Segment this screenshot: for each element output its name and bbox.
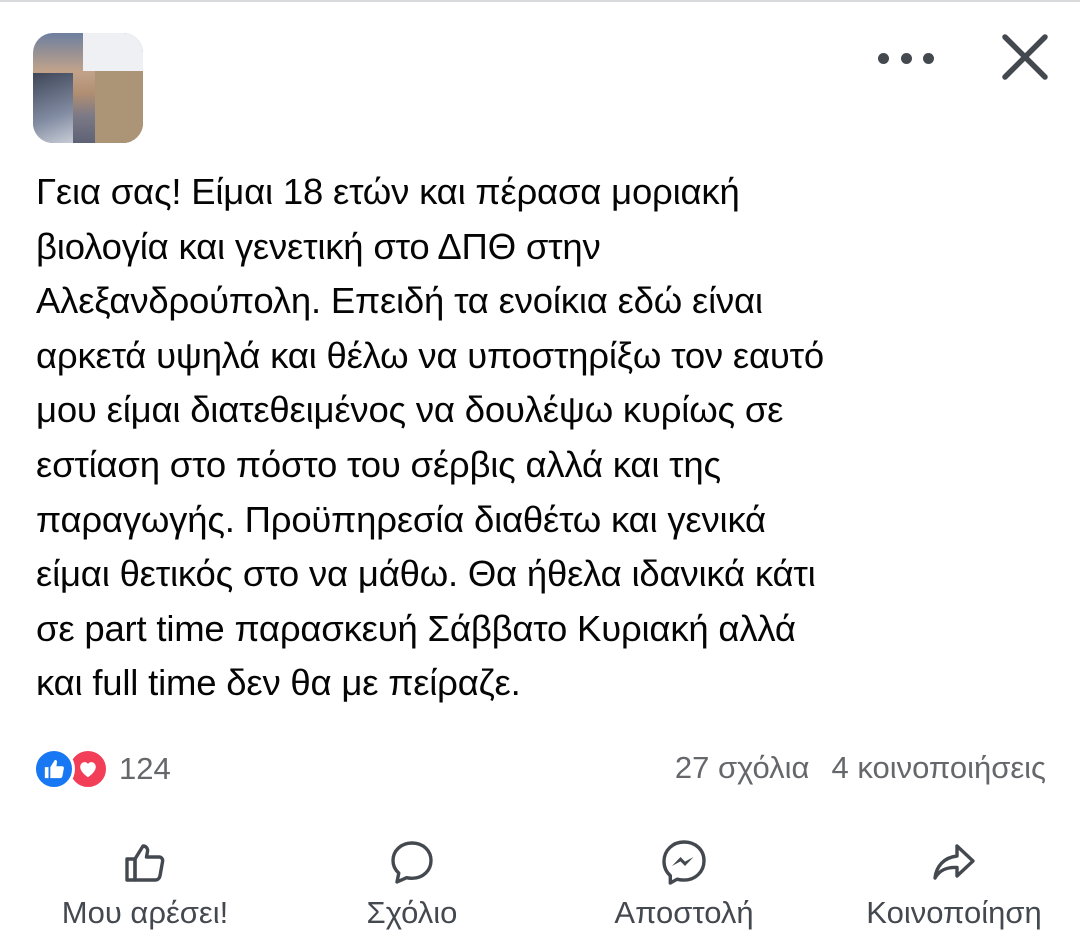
like-button[interactable]: Μου αρέσει! (42, 838, 248, 931)
close-icon (1002, 34, 1048, 80)
close-button[interactable] (1002, 34, 1048, 80)
shares-count[interactable]: 4 κοινοποιήσεις (831, 750, 1046, 786)
avatar-blur (95, 71, 143, 143)
more-dots-icon (923, 52, 934, 64)
share-label: Κοινοποίηση (866, 895, 1042, 930)
more-options-button[interactable] (878, 48, 934, 68)
like-label: Μου αρέσει! (61, 895, 229, 930)
comment-bubble-icon (391, 841, 433, 884)
messenger-icon (662, 840, 706, 885)
action-bar: Μου αρέσει! Σχόλιο Αποστολή Κοινοποίηση (0, 838, 1080, 936)
like-reaction-icon (33, 748, 75, 790)
share-button[interactable]: Κοινοποίηση (848, 838, 1060, 931)
top-divider (0, 0, 1080, 2)
send-label: Αποστολή (614, 895, 754, 930)
comments-count[interactable]: 27 σχόλια (675, 750, 810, 786)
comment-button[interactable]: Σχόλιο (352, 838, 472, 931)
comment-label: Σχόλιο (366, 895, 458, 930)
send-button[interactable]: Αποστολή (600, 838, 768, 931)
author-avatar[interactable] (33, 33, 143, 143)
post-text: Γεια σας! Είμαι 18 ετών και πέρασα μορια… (36, 171, 824, 704)
post-stats: 27 σχόλια 4 κοινοποιήσεις (675, 750, 1046, 786)
avatar-photo-detail (33, 73, 73, 143)
more-dots-icon (900, 52, 912, 64)
more-dots-icon (878, 52, 889, 64)
reactions-count: 124 (119, 751, 171, 786)
reactions-summary[interactable]: 124 (33, 747, 171, 791)
share-arrow-icon (933, 844, 975, 880)
thumbs-up-icon (125, 844, 165, 882)
avatar-blur-top (83, 33, 143, 71)
